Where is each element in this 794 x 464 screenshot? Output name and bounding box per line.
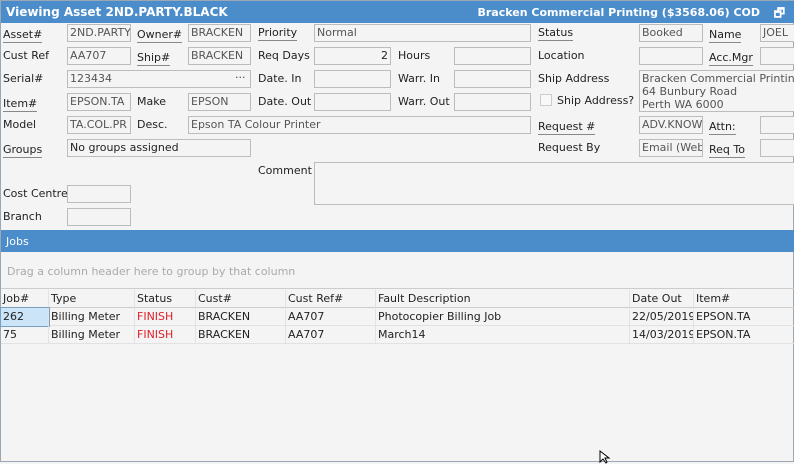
column-header-job[interactable]: Job# (1, 290, 49, 308)
shipaddr-check-label: Ship Address? (557, 94, 635, 107)
priority-label[interactable]: Priority (258, 26, 298, 41)
request-field[interactable]: ADV.KNOW (639, 116, 703, 134)
cell-dateout[interactable]: 14/03/2019 (630, 326, 694, 344)
make-label: Make (137, 95, 166, 108)
column-header-dateout[interactable]: Date Out (630, 290, 694, 308)
cell-status[interactable]: FINISH (135, 326, 196, 344)
title-bar: Viewing Asset 2ND.PARTY.BLACK Bracken Co… (1, 1, 794, 23)
ship-label[interactable]: Ship# (137, 51, 171, 66)
requestby-label: Request By (538, 141, 601, 154)
comment-field[interactable] (314, 162, 794, 205)
cell-status[interactable]: FINISH (135, 308, 196, 326)
reqdays-label: Req Days (258, 49, 310, 62)
column-header-custref[interactable]: Cust Ref# (286, 290, 376, 308)
name-label[interactable]: Name (709, 28, 742, 43)
location-label: Location (538, 49, 585, 62)
dateout-field[interactable] (314, 93, 391, 111)
cell-job[interactable]: 262 (0, 307, 50, 327)
shipaddr-label: Ship Address (538, 72, 610, 85)
warrin-label: Warr. In (398, 72, 440, 85)
attn-label[interactable]: Attn: (709, 120, 736, 135)
jobs-grid: Job# Type Status Cust# Cust Ref# Fault Descri… (0, 290, 794, 344)
cell-item[interactable]: EPSON.TA (694, 308, 794, 326)
shipaddr-field[interactable]: Bracken Commercial Printing 64 Bunbury R… (639, 70, 794, 112)
costcentre-label: Cost Centre (3, 187, 68, 200)
table-row[interactable]: 262 Billing Meter FINISH BRACKEN AA707 Photoc… (0, 307, 794, 327)
branch-label: Branch (3, 210, 42, 223)
status-field[interactable]: Booked (639, 24, 703, 42)
cell-item[interactable]: EPSON.TA (694, 326, 794, 344)
shipaddr-checkbox[interactable] (540, 94, 552, 106)
serial-lookup-button[interactable]: ··· (235, 71, 246, 84)
cell-job[interactable]: 75 (1, 326, 49, 344)
comment-label: Comment (258, 164, 312, 177)
shipaddr-line: Perth WA 6000 (642, 98, 724, 111)
branch-field[interactable] (67, 208, 131, 226)
asset-label[interactable]: Asset# (3, 28, 43, 43)
shipaddr-line: Bracken Commercial Printing (642, 72, 794, 85)
model-field[interactable]: TA.COL.PR (67, 116, 131, 134)
serial-label: Serial# (3, 72, 44, 85)
customer-summary: Bracken Commercial Printing ($3568.06) C… (477, 6, 761, 19)
cell-dateout[interactable]: 22/05/2019 (630, 308, 694, 326)
cell-custref[interactable]: AA707 (286, 308, 376, 326)
dateout-label: Date. Out (258, 95, 312, 108)
hours-field[interactable] (454, 47, 531, 65)
accmgr-label[interactable]: Acc.Mgr (709, 51, 753, 66)
status-label[interactable]: Status (538, 26, 574, 41)
group-by-area[interactable]: Drag a column header here to group by th… (1, 253, 794, 289)
costcentre-field[interactable] (67, 185, 131, 203)
owner-field[interactable]: BRACKEN (188, 24, 251, 42)
column-header-cust[interactable]: Cust# (196, 290, 286, 308)
reqdays-field[interactable]: 2 (314, 47, 391, 65)
cell-fault[interactable]: Photocopier Billing Job (376, 308, 630, 326)
reqto-label[interactable]: Req To (709, 143, 745, 158)
attn-field[interactable] (760, 116, 794, 134)
cell-cust[interactable]: BRACKEN (196, 308, 286, 326)
request-label[interactable]: Request # (538, 120, 596, 135)
model-label: Model (3, 118, 37, 131)
groups-label[interactable]: Groups (3, 143, 43, 158)
accmgr-field[interactable] (760, 47, 794, 65)
custref-label: Cust Ref (3, 49, 49, 62)
cell-custref[interactable]: AA707 (286, 326, 376, 344)
ship-field[interactable]: BRACKEN (188, 47, 251, 65)
serial-field[interactable]: 123434 (67, 70, 251, 88)
datein-field[interactable] (314, 70, 391, 88)
item-label[interactable]: Item# (3, 97, 38, 112)
shipaddr-line: 64 Bunbury Road (642, 85, 738, 98)
cell-type[interactable]: Billing Meter (49, 308, 135, 326)
table-row[interactable]: 75 Billing Meter FINISH BRACKEN AA707 March14… (1, 326, 794, 344)
reqto-field[interactable] (760, 139, 794, 157)
window-title: Viewing Asset 2ND.PARTY.BLACK (6, 5, 228, 19)
groups-field[interactable]: No groups assigned (67, 139, 251, 157)
priority-field[interactable]: Normal (314, 24, 531, 42)
requestby-field[interactable]: Email (Web) (639, 139, 703, 157)
owner-label[interactable]: Owner# (137, 28, 183, 43)
asset-field[interactable]: 2ND.PARTY.BLACK (67, 24, 131, 42)
jobs-section-header: Jobs (1, 230, 794, 252)
cell-fault[interactable]: March14 (376, 326, 630, 344)
hours-label: Hours (398, 49, 431, 62)
column-header-type[interactable]: Type (49, 290, 135, 308)
location-field[interactable] (639, 47, 703, 65)
item-field[interactable]: EPSON.TA (67, 93, 131, 111)
column-header-status[interactable]: Status (135, 290, 196, 308)
column-header-item[interactable]: Item# (694, 290, 794, 308)
custref-field[interactable]: AA707 (67, 47, 131, 65)
warrin-field[interactable] (454, 70, 531, 88)
warrout-label: Warr. Out (398, 95, 450, 108)
desc-label: Desc. (137, 118, 168, 131)
warrout-field[interactable] (454, 93, 531, 111)
make-field[interactable]: EPSON (188, 93, 251, 111)
datein-label: Date. In (258, 72, 302, 85)
name-field[interactable]: JOEL (760, 24, 794, 42)
cell-cust[interactable]: BRACKEN (196, 326, 286, 344)
column-header-fault[interactable]: Fault Description (376, 290, 630, 308)
desc-field[interactable]: Epson TA Colour Printer (188, 116, 531, 134)
cell-type[interactable]: Billing Meter (49, 326, 135, 344)
restore-window-icon[interactable]: 🗗 (774, 4, 785, 25)
grid-header-row[interactable]: Job# Type Status Cust# Cust Ref# Fault Descri… (1, 290, 794, 308)
